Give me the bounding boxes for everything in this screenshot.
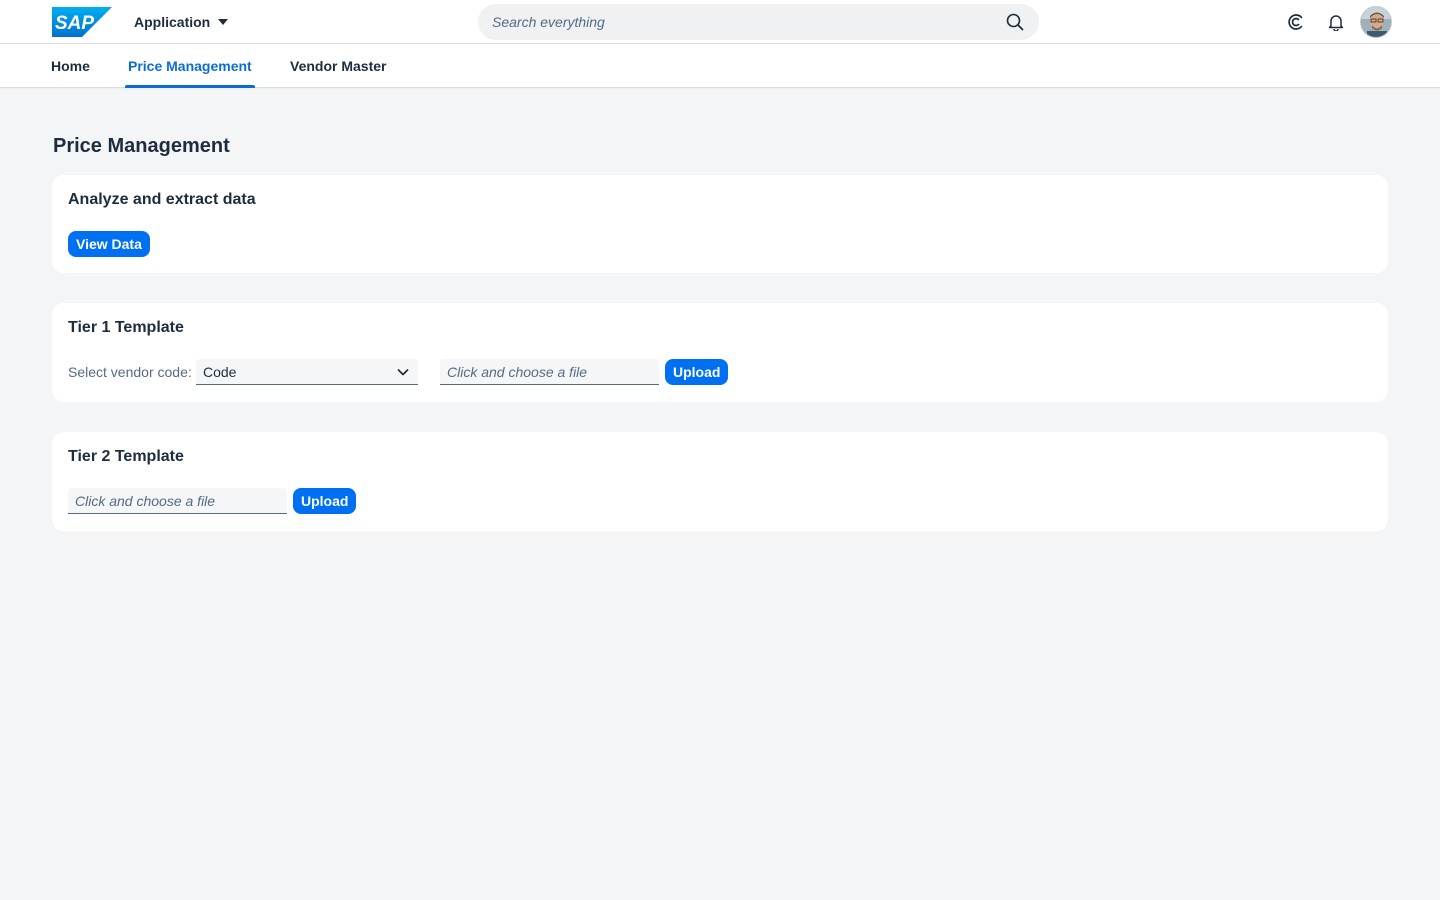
sap-logo[interactable]: SAP bbox=[52, 7, 112, 37]
tier2-card-title: Tier 2 Template bbox=[68, 448, 184, 465]
vendor-code-label: Select vendor code: bbox=[68, 364, 192, 380]
vendor-code-select[interactable]: Code bbox=[196, 359, 418, 385]
app-title: Application bbox=[134, 14, 211, 30]
view-data-button[interactable]: View Data bbox=[68, 231, 150, 257]
sap-logo-text: SAP bbox=[55, 13, 94, 34]
search-field[interactable] bbox=[478, 4, 1039, 40]
tab-vendor-master[interactable]: Vendor Master bbox=[290, 44, 386, 88]
tier1-card-title: Tier 1 Template bbox=[68, 319, 184, 336]
tier2-template-card: Tier 2 Template Upload bbox=[52, 432, 1388, 531]
tier2-upload-button[interactable]: Upload bbox=[293, 488, 357, 514]
tab-home[interactable]: Home bbox=[51, 44, 90, 88]
vendor-code-selected-value: Code bbox=[203, 363, 237, 380]
tier1-upload-button[interactable]: Upload bbox=[665, 359, 729, 385]
caret-down-icon bbox=[216, 15, 230, 29]
tab-bar: Home Price Management Vendor Master bbox=[0, 44, 1440, 88]
joule-icon[interactable] bbox=[1284, 10, 1308, 34]
shell-bar: SAP Application bbox=[0, 0, 1440, 44]
chevron-down-icon[interactable] bbox=[395, 364, 411, 380]
analyze-data-card: Analyze and extract data View Data bbox=[52, 175, 1388, 273]
tier2-file-chooser[interactable] bbox=[68, 488, 287, 514]
search-input[interactable] bbox=[492, 14, 1005, 30]
tier1-file-chooser[interactable] bbox=[440, 359, 659, 385]
avatar[interactable] bbox=[1360, 6, 1392, 38]
page-title: Price Management bbox=[53, 135, 230, 157]
tier2-file-input[interactable] bbox=[75, 492, 280, 509]
bell-icon[interactable] bbox=[1324, 10, 1348, 34]
search-icon[interactable] bbox=[1005, 12, 1025, 32]
analyze-card-title: Analyze and extract data bbox=[68, 191, 256, 208]
app-title-menu[interactable]: Application bbox=[134, 12, 230, 32]
tier1-template-card: Tier 1 Template Select vendor code: Code… bbox=[52, 303, 1388, 402]
tier1-file-input[interactable] bbox=[447, 363, 652, 380]
tab-price-management[interactable]: Price Management bbox=[125, 44, 255, 88]
